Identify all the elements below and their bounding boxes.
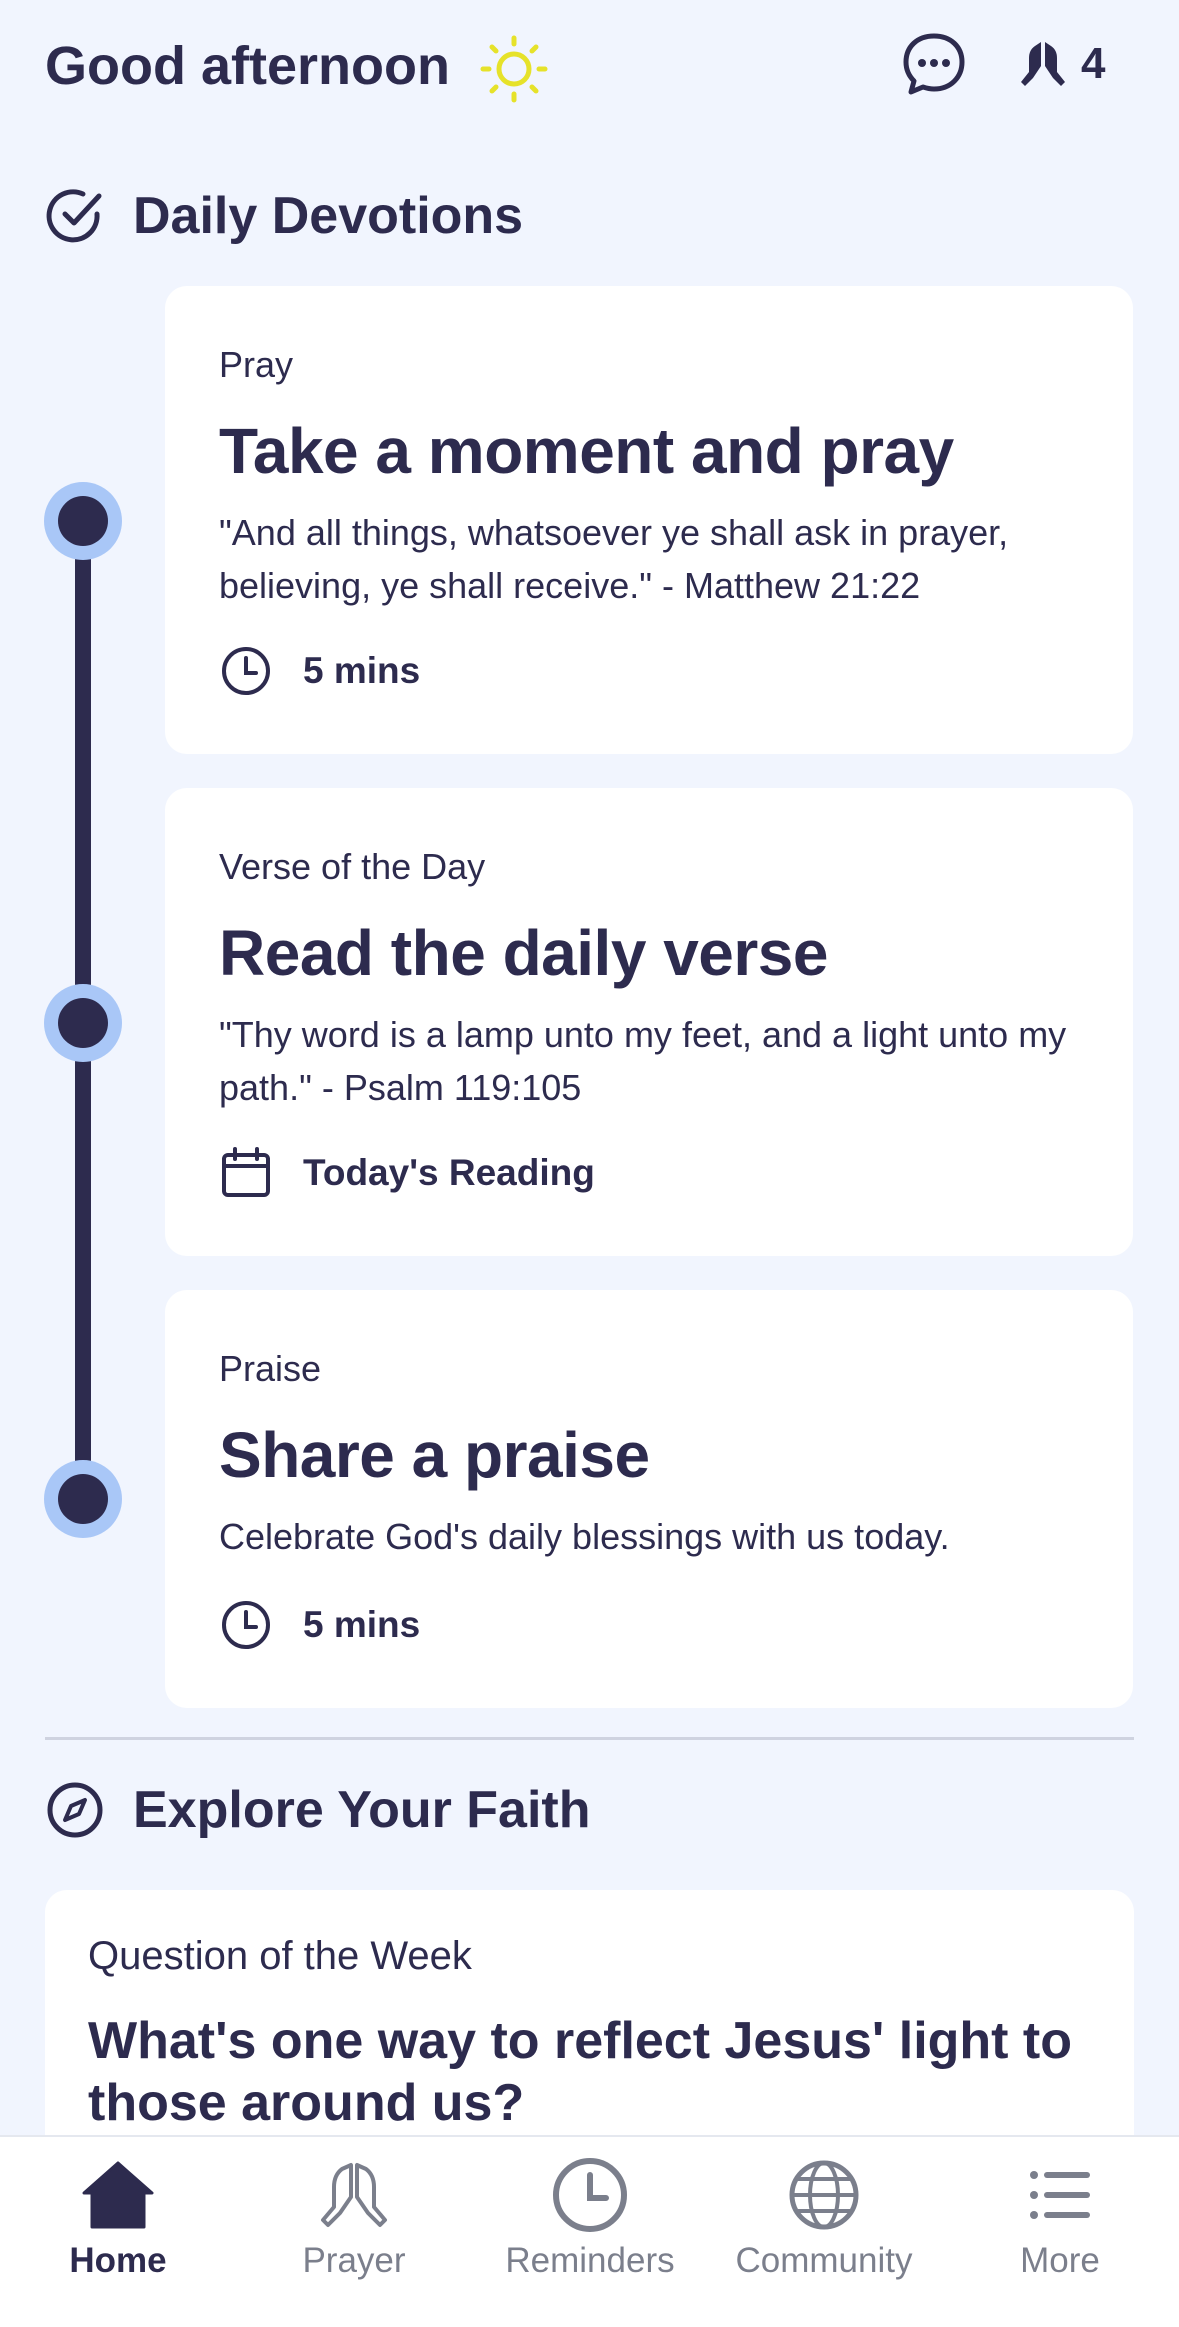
card-body: "Thy word is a lamp unto my feet, and a … [219, 1014, 1067, 1108]
nav-prayer[interactable]: Prayer [244, 2155, 464, 2281]
card-body: Celebrate God's daily blessings with us … [219, 1516, 950, 1557]
card-title: Read the daily verse [219, 917, 828, 989]
nav-home[interactable]: Home [8, 2155, 228, 2281]
home-icon [82, 2161, 154, 2229]
section-divider [45, 1737, 1134, 1740]
card-meta-text: 5 mins [303, 1604, 421, 1645]
card-title: Share a praise [219, 1419, 650, 1491]
clock-icon [553, 2158, 627, 2232]
card-body: "And all things, whatsoever ye shall ask… [219, 512, 1009, 606]
section-title: Daily Devotions [133, 187, 524, 245]
clock-icon [222, 1601, 270, 1649]
prayer-count: 4 [1081, 39, 1106, 88]
nav-label: Home [69, 2241, 167, 2280]
header: Good afternoon 4 [0, 0, 1179, 130]
card-meta: 5 mins [219, 1598, 420, 1652]
section-title: Explore Your Faith [133, 1781, 591, 1839]
card-eyebrow: Question of the Week [88, 1934, 472, 1978]
home-screen: Good afternoon 4 Daily Devotions Pray Ta… [0, 0, 1179, 2327]
nav-label: Reminders [505, 2241, 675, 2280]
praying-hands-icon [321, 2163, 387, 2227]
card-meta-text: Today's Reading [303, 1152, 595, 1193]
card-eyebrow: Pray [219, 344, 294, 385]
compass-icon [47, 1782, 103, 1838]
prayer-count-button[interactable]: 4 [1015, 36, 1105, 92]
praying-hands-icon [1021, 42, 1065, 86]
nav-label: More [1020, 2241, 1100, 2280]
nav-label: Prayer [302, 2241, 406, 2280]
nav-community[interactable]: Community [714, 2155, 934, 2281]
card-title: Take a moment and pray [219, 415, 954, 487]
card-eyebrow: Praise [219, 1348, 322, 1389]
devotion-card-verse[interactable]: Verse of the Day Read the daily verse "T… [165, 788, 1133, 1256]
devotion-card-pray[interactable]: Pray Take a moment and pray "And all thi… [165, 286, 1133, 754]
chat-bubble-icon[interactable] [900, 30, 968, 98]
nav-reminders[interactable]: Reminders [480, 2155, 700, 2281]
explore-faith-heading: Explore Your Faith [45, 1780, 591, 1840]
daily-devotions-heading: Daily Devotions [45, 186, 523, 246]
card-meta: 5 mins [219, 644, 420, 698]
calendar-icon [222, 1147, 270, 1197]
sun-icon [480, 35, 548, 103]
timeline-dot [44, 482, 122, 560]
card-meta-text: 5 mins [303, 650, 421, 691]
card-meta: Today's Reading [219, 1146, 595, 1200]
card-eyebrow: Verse of the Day [219, 846, 486, 887]
clock-icon [222, 647, 270, 695]
globe-icon [789, 2160, 859, 2230]
check-circle-icon [46, 189, 102, 243]
bottom-nav: Home Prayer Reminders Community More [0, 2135, 1179, 2327]
timeline-dot [44, 1460, 122, 1538]
timeline-dot [44, 984, 122, 1062]
list-icon [1030, 2171, 1090, 2219]
greeting-title: Good afternoon [45, 36, 450, 96]
card-title: What's one way to reflect Jesus' light t… [88, 2012, 1073, 2132]
nav-more[interactable]: More [950, 2155, 1170, 2281]
nav-label: Community [735, 2241, 913, 2280]
devotion-card-praise[interactable]: Praise Share a praise Celebrate God's da… [165, 1290, 1133, 1708]
